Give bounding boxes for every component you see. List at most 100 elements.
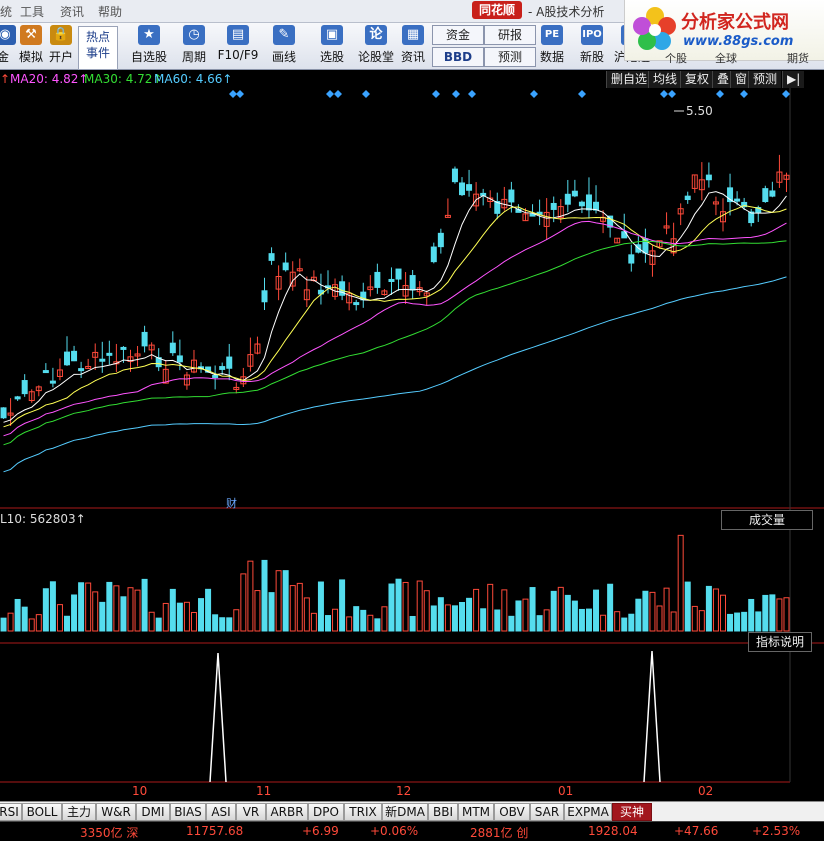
x-axis-label-oct: 10 xyxy=(132,784,148,798)
tab-bias[interactable]: BIAS xyxy=(170,803,206,821)
capital-button[interactable]: 资金 xyxy=(432,25,484,45)
volume-bar xyxy=(303,597,310,632)
toolbar-button-stock-screen[interactable]: ▣ 选股 xyxy=(314,25,350,67)
status-cy-volume: 2881亿 创 xyxy=(470,826,529,840)
tab--indicator[interactable]: 主力 xyxy=(62,803,96,821)
toolbar-button-forum[interactable]: 论 论股堂 xyxy=(356,25,396,67)
buy-signal-spike xyxy=(209,652,227,783)
status-sz-volume: 3350亿 深 xyxy=(80,826,139,840)
ma60-value: MA60: 4.66↑ xyxy=(154,72,233,86)
volume-bar xyxy=(677,534,684,632)
volume-bar xyxy=(466,597,473,632)
volume-bar xyxy=(691,605,698,632)
candle-body xyxy=(71,350,78,362)
status-sz-change: +6.99 xyxy=(302,824,339,838)
volume-bar xyxy=(712,588,719,632)
signal-diamond-icon xyxy=(782,90,790,98)
volume-bar xyxy=(734,612,741,632)
menu-item-news[interactable]: 资讯 xyxy=(60,3,84,20)
volume-bar xyxy=(402,581,409,632)
tab-obv[interactable]: OBV xyxy=(494,803,530,821)
volume-bar xyxy=(310,612,317,632)
candle-body xyxy=(120,346,127,350)
candle-body xyxy=(437,232,444,248)
indicator-help-button[interactable]: 指标说明 xyxy=(748,632,812,652)
volume-bar xyxy=(508,615,515,632)
moving-average-button[interactable]: 均线 xyxy=(648,71,682,88)
bbd-button[interactable]: BBD xyxy=(432,47,484,67)
status-cy-index: 1928.04 xyxy=(588,824,638,838)
volume-bar xyxy=(212,614,219,632)
peek-stock-button[interactable]: 个股 xyxy=(665,50,687,66)
research-button[interactable]: 研报 xyxy=(484,25,536,45)
high-price-marker: 5.50 xyxy=(686,104,713,118)
x-axis-label-nov: 11 xyxy=(256,784,272,798)
tab-bbi[interactable]: BBI xyxy=(428,803,458,821)
menu-item-system[interactable]: 统 xyxy=(0,3,12,20)
tab-arbr[interactable]: ARBR xyxy=(266,803,308,821)
candle-body xyxy=(353,302,360,306)
predict-button[interactable]: 预测 xyxy=(748,71,782,88)
tab-w-r[interactable]: W&R xyxy=(96,803,136,821)
kline-chart[interactable] xyxy=(0,88,824,828)
status-sz-pct: +0.06% xyxy=(370,824,419,838)
candle-body xyxy=(578,201,585,207)
tab-mtm[interactable]: MTM xyxy=(458,803,494,821)
play-end-button[interactable]: ▶| xyxy=(782,71,805,88)
tab-vr[interactable]: VR xyxy=(236,803,266,821)
flower-logo-icon xyxy=(633,7,676,50)
tab--indicator[interactable]: 买神 xyxy=(612,803,652,821)
volume-bar xyxy=(451,605,458,632)
peek-global-button[interactable]: 全球 xyxy=(715,50,737,66)
volume-bar xyxy=(663,587,670,632)
signal-diamond-icon xyxy=(229,90,237,98)
tab-dpo[interactable]: DPO xyxy=(308,803,344,821)
volume-bar xyxy=(459,601,466,632)
signal-diamond-icon xyxy=(468,90,476,98)
brand-logo: 同花顺 xyxy=(472,1,522,19)
volume-bar xyxy=(14,598,21,632)
volume-bar xyxy=(593,589,600,632)
candle-body xyxy=(628,254,635,264)
hot-event-button[interactable]: 热点 事件 xyxy=(78,26,118,70)
volume-indicator-select[interactable]: 成交量 xyxy=(721,510,813,530)
tab-sar[interactable]: SAR xyxy=(530,803,564,821)
menu-item-help[interactable]: 帮助 xyxy=(98,3,122,20)
volume-bar xyxy=(741,611,748,632)
peek-futures-button[interactable]: 期货 xyxy=(787,50,809,66)
volume-bar xyxy=(49,581,56,632)
candle-body xyxy=(78,368,85,372)
volume-bar xyxy=(670,611,677,632)
signal-diamond-icon xyxy=(452,90,460,98)
toolbar-button-ipo[interactable]: IPO 新股 xyxy=(576,25,608,67)
adjust-button[interactable]: 复权 xyxy=(680,71,714,88)
tab-dmi[interactable]: DMI xyxy=(136,803,170,821)
tab--dma[interactable]: 新DMA xyxy=(382,803,428,821)
volume-bar xyxy=(621,617,628,632)
tab-trix[interactable]: TRIX xyxy=(344,803,382,821)
candle-body xyxy=(585,194,592,211)
volume-bar xyxy=(550,590,557,632)
volume-bar xyxy=(99,601,106,632)
volume-bar xyxy=(233,609,240,632)
toolbar-button-open-account[interactable]: 🔒 开户 xyxy=(46,25,76,67)
candle-body xyxy=(762,188,769,203)
remove-watchlist-button[interactable]: 删自选 xyxy=(606,71,652,88)
toolbar-button-data[interactable]: PE 数据 xyxy=(536,25,568,67)
menu-item-tools[interactable]: 工具 xyxy=(20,3,44,20)
toolbar-button-watchlist[interactable]: ★ 自选股 xyxy=(128,25,170,67)
tab-asi[interactable]: ASI xyxy=(206,803,236,821)
toolbar-button-simulate[interactable]: ⚒ 模拟 xyxy=(16,25,46,67)
toolbar-button-draw[interactable]: ✎ 画线 xyxy=(266,25,302,67)
ma30-line xyxy=(3,240,787,446)
toolbar-button-gold[interactable]: ◉ 金 xyxy=(0,25,16,67)
toolbar-button-f10[interactable]: ▤ F10/F9 xyxy=(216,25,260,67)
tab-expma[interactable]: EXPMA xyxy=(564,803,612,821)
toolbar-button-news[interactable]: ▦ 资讯 xyxy=(398,25,428,67)
signal-diamond-icon xyxy=(334,90,342,98)
tab-rsi[interactable]: RSI xyxy=(0,803,22,821)
tab-boll[interactable]: BOLL xyxy=(22,803,62,821)
toolbar-button-period[interactable]: ◷ 周期 xyxy=(176,25,212,67)
finance-event-marker[interactable]: 财 xyxy=(226,495,237,511)
forecast-button[interactable]: 预测 xyxy=(484,47,536,67)
